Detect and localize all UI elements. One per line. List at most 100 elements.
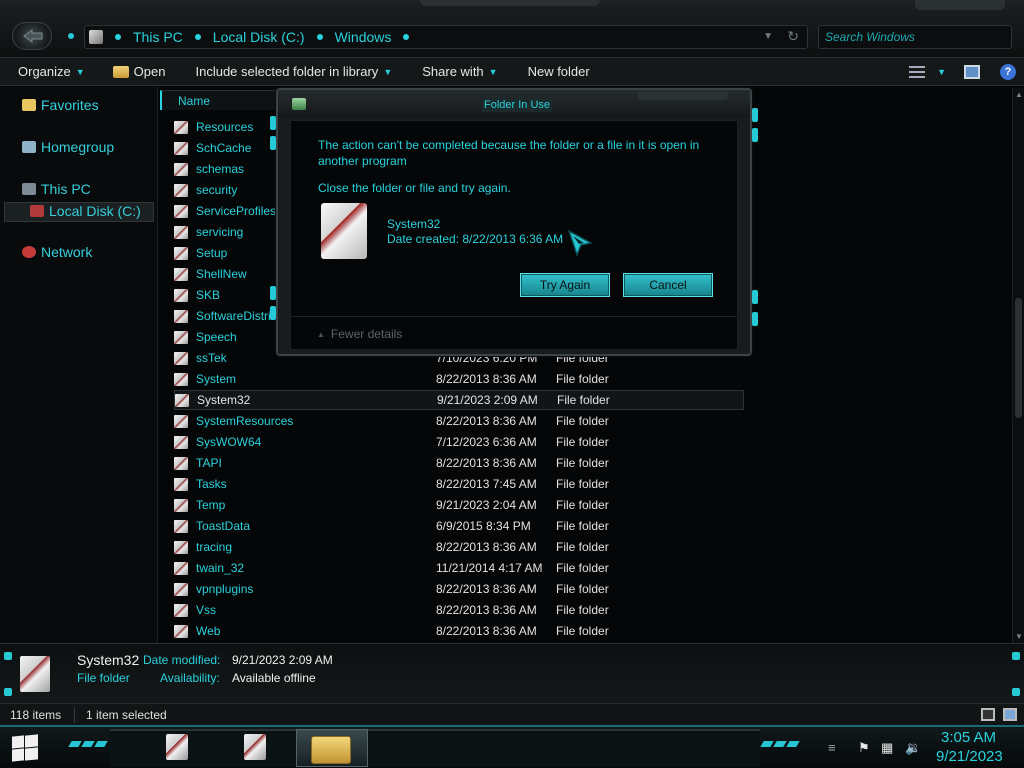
view-dropdown-icon[interactable]: ▼ <box>937 67 946 77</box>
file-type: File folder <box>556 603 609 617</box>
tray-lines-icon[interactable]: ≡ <box>828 740 836 755</box>
file-row[interactable]: Temp 9/21/2023 2:04 AM File folder <box>174 495 609 515</box>
address-dropdown-icon[interactable]: ▼ <box>763 31 773 42</box>
share-with-button[interactable]: Share with ▼ <box>422 64 497 79</box>
details-file-type: File folder <box>77 671 130 685</box>
network-tray-icon[interactable]: ▦ <box>881 740 893 756</box>
file-type: File folder <box>557 393 610 407</box>
nav-network[interactable]: Network <box>22 244 92 260</box>
details-modified-label: Date modified: <box>143 653 221 667</box>
file-row[interactable]: Tasks 8/22/2013 7:45 AM File folder <box>174 474 609 494</box>
file-type: File folder <box>556 519 609 533</box>
nav-homegroup[interactable]: Homegroup <box>22 139 114 155</box>
cancel-button[interactable]: Cancel <box>623 273 713 297</box>
folder-icon <box>174 372 188 386</box>
file-row[interactable]: vpnplugins 8/22/2013 8:36 AM File folder <box>174 579 609 599</box>
taskbar-app-1[interactable] <box>164 733 190 761</box>
clock-time[interactable]: 3:05 AM <box>941 729 996 746</box>
new-folder-button[interactable]: New folder <box>528 64 590 79</box>
homegroup-icon <box>22 141 36 153</box>
include-in-library-button[interactable]: Include selected folder in library ▼ <box>195 64 392 79</box>
file-row[interactable]: System32 9/21/2023 2:09 AM File folder <box>174 390 744 410</box>
file-type: File folder <box>556 477 609 491</box>
folder-icon <box>175 393 189 407</box>
file-row[interactable]: SysWOW64 7/12/2023 6:36 AM File folder <box>174 432 609 452</box>
volume-icon[interactable]: 🔉 <box>905 740 921 756</box>
file-row[interactable]: System 8/22/2013 8:36 AM File folder <box>174 369 609 389</box>
navigation-pane: Favorites Homegroup This PC Local Disk (… <box>0 87 158 643</box>
file-type: File folder <box>556 561 609 575</box>
status-bar: 118 items 1 item selected <box>0 703 1024 725</box>
scroll-down-icon[interactable]: ▼ <box>1015 632 1023 641</box>
file-row[interactable]: twain_32 11/21/2014 4:17 AM File folder <box>174 558 609 578</box>
breadcrumb-this-pc[interactable]: This PC <box>133 29 183 45</box>
clock-date[interactable]: 9/21/2023 <box>936 748 1003 765</box>
folder-icon <box>174 288 188 302</box>
details-file-name: System32 <box>77 652 140 668</box>
nav-local-disk[interactable]: Local Disk (C:) <box>30 203 141 219</box>
dialog-instruction: Close the folder or file and try again. <box>318 181 511 195</box>
start-button[interactable] <box>12 734 38 762</box>
network-icon <box>22 246 36 258</box>
refresh-icon[interactable]: ↻ <box>787 28 799 45</box>
file-row[interactable]: Web 8/22/2013 8:36 AM File folder <box>174 621 609 641</box>
folder-icon <box>174 435 188 449</box>
preview-pane-icon[interactable] <box>964 65 980 79</box>
folder-icon <box>174 414 188 428</box>
file-row[interactable]: TAPI 8/22/2013 8:36 AM File folder <box>174 453 609 473</box>
nav-favorites[interactable]: Favorites <box>22 97 99 113</box>
organize-button[interactable]: Organize ▼ <box>18 64 85 79</box>
folder-icon <box>112 65 129 78</box>
dialog-body: The action can't be completed because th… <box>290 120 738 350</box>
file-row[interactable]: Vss 8/22/2013 8:36 AM File folder <box>174 600 609 620</box>
folder-icon <box>174 204 188 218</box>
fewer-details-toggle[interactable]: ▲ Fewer details <box>317 327 402 341</box>
drive-icon <box>89 30 103 44</box>
recent-locations-icon[interactable] <box>68 33 74 39</box>
file-row[interactable]: ToastData 6/9/2015 8:34 PM File folder <box>174 516 609 536</box>
vertical-scrollbar[interactable]: ▲ ▼ <box>1012 88 1024 643</box>
taskbar-app-2[interactable] <box>242 733 268 761</box>
file-date: 8/22/2013 8:36 AM <box>436 624 537 638</box>
details-pane: System32 File folder Date modified: 9/21… <box>0 643 1024 703</box>
folder-icon <box>174 267 188 281</box>
file-date: 9/21/2023 2:04 AM <box>436 498 537 512</box>
scroll-up-icon[interactable]: ▲ <box>1015 90 1023 99</box>
breadcrumb-local-disk[interactable]: Local Disk (C:) <box>213 29 305 45</box>
file-date: 8/22/2013 8:36 AM <box>436 582 537 596</box>
chevron-down-icon: ▼ <box>488 66 498 77</box>
breadcrumb-windows[interactable]: Windows <box>335 29 392 45</box>
try-again-button[interactable]: Try Again <box>520 273 610 297</box>
folder-icon <box>174 561 188 575</box>
file-name: Temp <box>196 498 226 512</box>
open-button[interactable]: Open <box>112 64 165 79</box>
dialog-title: Folder In Use <box>482 98 553 112</box>
search-input[interactable]: Search Windows <box>818 25 1012 49</box>
folder-in-use-dialog: Folder In Use The action can't be comple… <box>270 88 758 356</box>
file-date: 8/22/2013 8:36 AM <box>436 456 537 470</box>
dialog-title-bar[interactable]: Folder In Use <box>278 90 750 118</box>
dialog-message: The action can't be completed because th… <box>318 138 700 168</box>
details-modified-value: 9/21/2023 2:09 AM <box>232 653 333 667</box>
details-view-icon[interactable] <box>981 708 995 721</box>
back-forward-button[interactable] <box>12 22 52 50</box>
taskbar-file-explorer[interactable] <box>296 729 368 767</box>
change-view-icon[interactable] <box>909 66 926 78</box>
large-icons-view-icon[interactable] <box>1003 708 1017 721</box>
folder-icon <box>174 141 188 155</box>
dialog-file-date: Date created: 8/22/2013 6:36 AM <box>387 232 564 246</box>
flag-icon[interactable]: ⚑ <box>858 740 870 756</box>
scrollbar-thumb[interactable] <box>1015 298 1022 418</box>
folder-icon <box>174 477 188 491</box>
file-type: File folder <box>556 372 609 386</box>
help-icon[interactable]: ? <box>1000 64 1016 80</box>
dialog-file-move-icon <box>292 98 306 110</box>
file-name: SystemResources <box>196 414 294 428</box>
address-bar[interactable]: This PC Local Disk (C:) Windows ▼ ↻ <box>84 25 808 49</box>
file-date: 7/12/2023 6:36 AM <box>436 435 537 449</box>
file-row[interactable]: tracing 8/22/2013 8:36 AM File folder <box>174 537 609 557</box>
nav-this-pc[interactable]: This PC <box>22 181 91 197</box>
folder-icon <box>174 582 188 596</box>
app-icon <box>244 734 266 760</box>
file-row[interactable]: SystemResources 8/22/2013 8:36 AM File fol… <box>174 411 609 431</box>
